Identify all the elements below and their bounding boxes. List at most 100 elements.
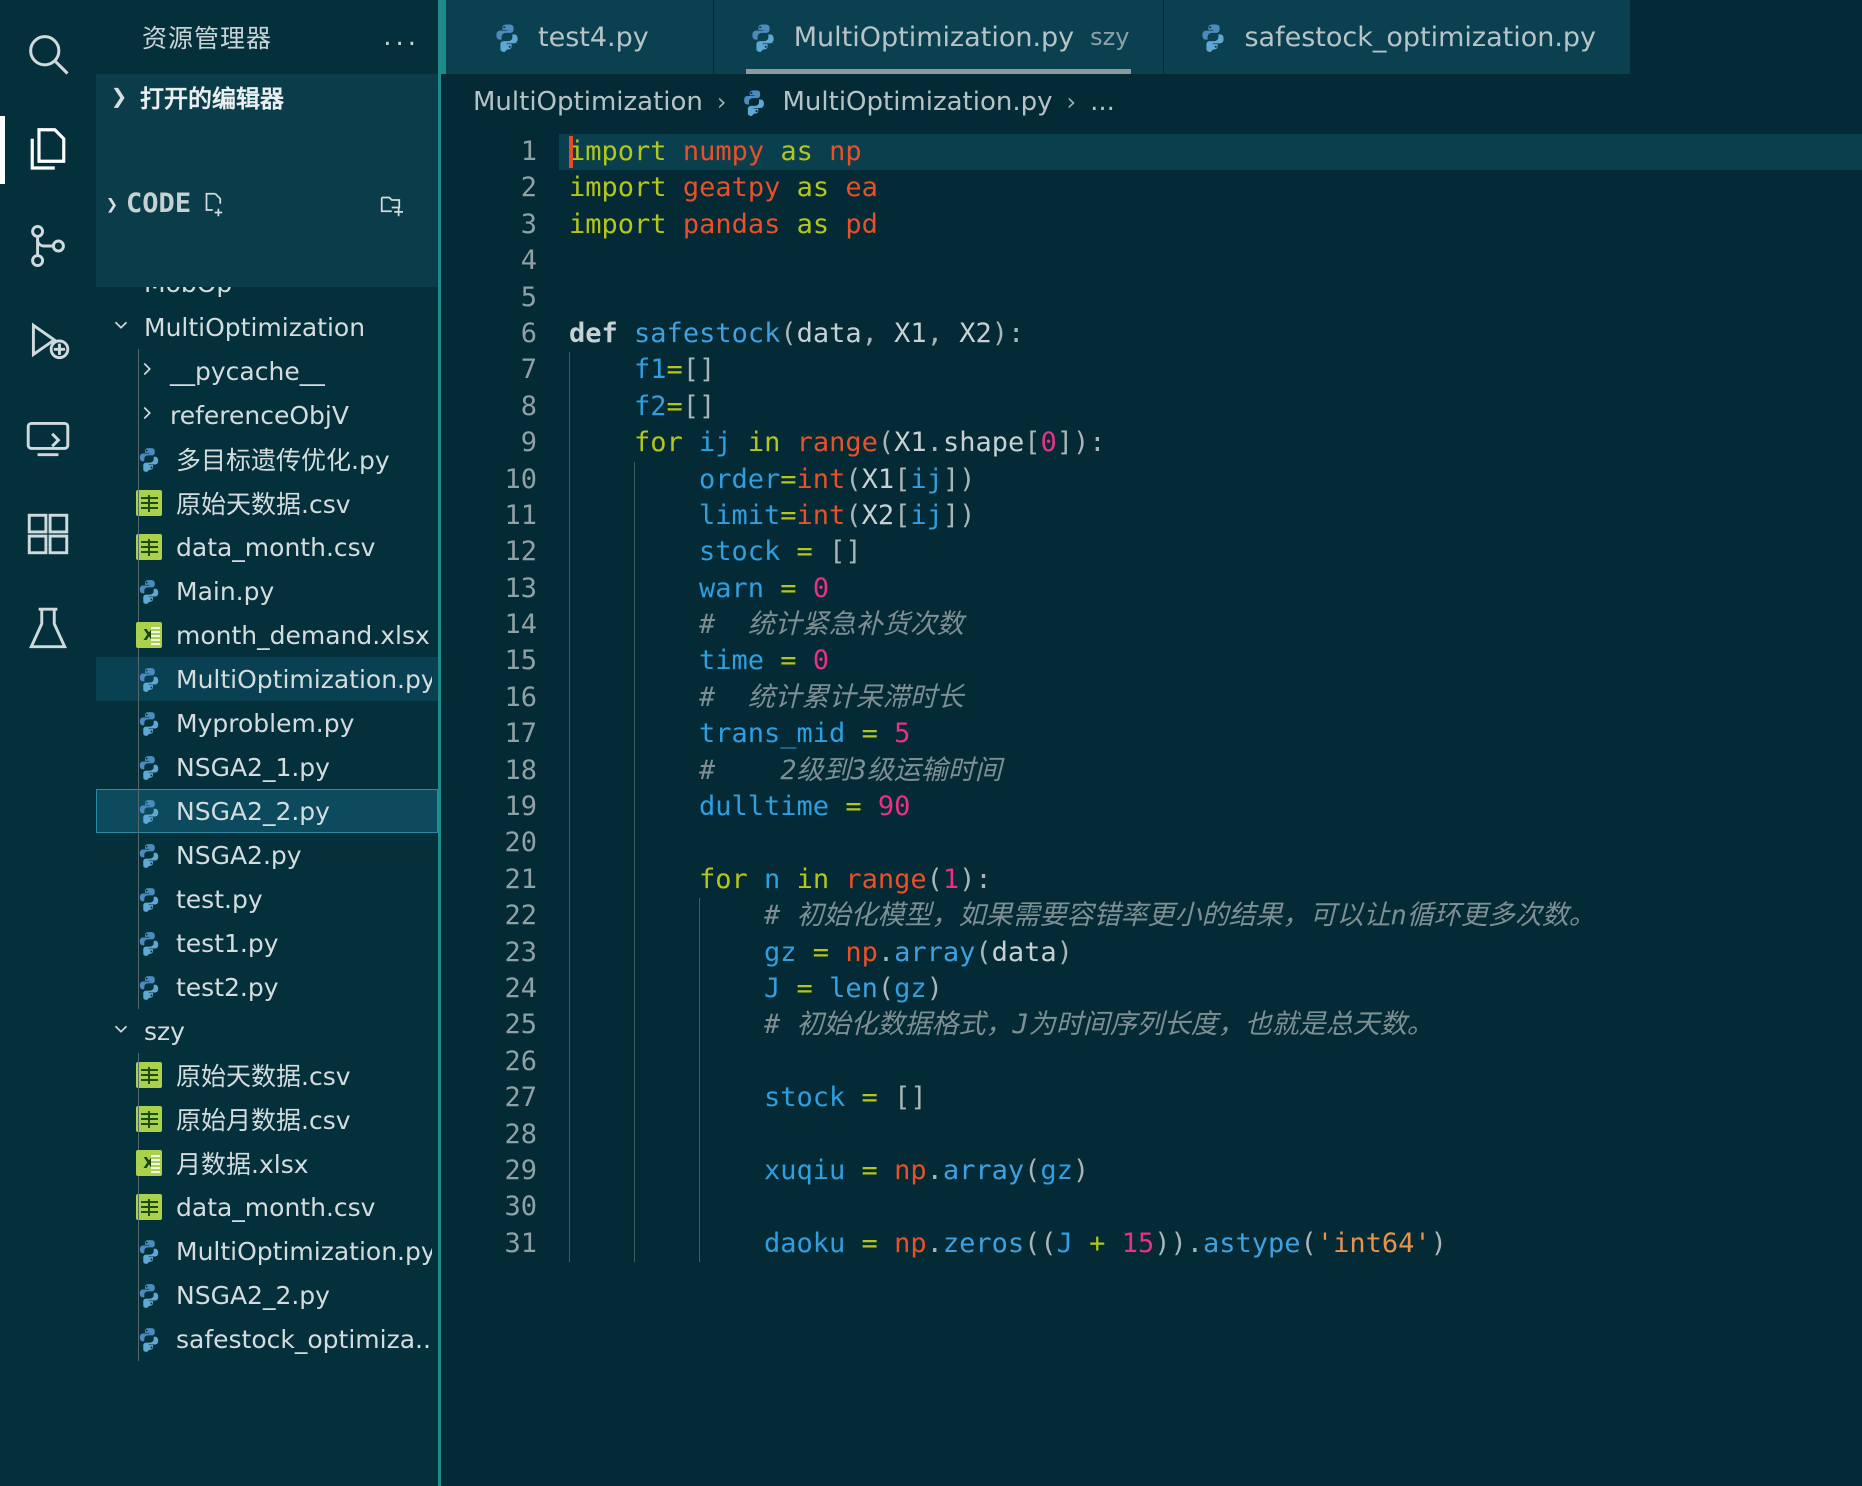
code-line-text: import geatpy as ea (569, 172, 878, 204)
editor-tab[interactable]: safestock_optimization.py (1164, 0, 1632, 74)
line-number: 5 (520, 281, 537, 313)
code-line[interactable] (559, 1116, 1862, 1153)
tree-folder-row[interactable]: MultiOptimization (96, 305, 438, 349)
tree-file-row[interactable]: Main.py (96, 569, 438, 613)
tree-file-row[interactable]: test1.py (96, 921, 438, 965)
indent-guide (569, 1080, 570, 1117)
indent-guide (569, 1007, 570, 1044)
code-editor[interactable]: 1 2 3 4 5 6 7 8 9 10 11 12 13 14 15 16 17 18 19 20 21 22 23 24 2… (441, 130, 1862, 1486)
tree-file-row[interactable]: 原始天数据.csv (96, 481, 438, 525)
tree-file-row[interactable]: NSGA2_2.py (96, 789, 438, 833)
code-line[interactable]: time = 0 (559, 643, 1862, 680)
code-line[interactable]: trans_mid = 5 (559, 716, 1862, 753)
code-line[interactable]: import pandas as pd (559, 207, 1862, 243)
code-line[interactable]: # 2级到3级运输时间 (559, 752, 1862, 790)
code-line[interactable]: stock = [] (559, 534, 1862, 571)
testing-icon[interactable] (0, 582, 96, 678)
editor-tab[interactable]: test4.py (446, 0, 714, 74)
code-line[interactable]: limit=int(X2[ij]) (559, 497, 1862, 535)
section-open-editors[interactable]: ❯ 打开的编辑器 (96, 74, 438, 118)
tree-file-row[interactable]: Xmonth_demand.xlsx (96, 613, 438, 657)
code-line[interactable]: def safestock(data, X1, X2): (559, 316, 1862, 352)
tree-file-row[interactable]: MultiOptimization.py (96, 657, 438, 701)
tree-file-row[interactable]: safestock_optimiza... (96, 1317, 438, 1361)
tree-folder-row[interactable]: szy (96, 1009, 438, 1053)
code-line[interactable] (559, 1189, 1862, 1226)
code-line[interactable]: stock = [] (559, 1080, 1862, 1117)
code-line[interactable]: gz = np.array(data) (559, 934, 1862, 971)
tree-file-row[interactable]: test.py (96, 877, 438, 921)
line-number: 8 (520, 390, 537, 422)
code-line[interactable]: f1=[] (559, 352, 1862, 389)
code-line[interactable]: import geatpy as ea (559, 170, 1862, 206)
breadcrumb-item[interactable]: MultiOptimization (473, 87, 703, 117)
tree-item-label: 月数据.xlsx (176, 1150, 309, 1179)
indent-guide (138, 1185, 139, 1229)
code-line[interactable]: order=int(X1[ij]) (559, 461, 1862, 498)
code-line[interactable] (559, 243, 1862, 279)
code-line[interactable]: warn = 0 (559, 570, 1862, 608)
tree-file-row[interactable]: NSGA2_2.py (96, 1273, 438, 1317)
tree-file-row[interactable]: NSGA2_1.py (96, 745, 438, 789)
indent-guide (699, 1152, 700, 1190)
more-actions-icon[interactable]: ... (383, 22, 420, 52)
remote-explorer-icon[interactable] (0, 390, 96, 486)
tree-file-row[interactable]: data_month.csv (96, 1185, 438, 1229)
tree-file-row[interactable]: Myproblem.py (96, 701, 438, 745)
explorer-icon[interactable] (0, 102, 96, 198)
source-control-icon[interactable] (0, 198, 96, 294)
code-line[interactable]: # 初始化数据格式，J为时间序列长度，也就是总天数。 (559, 1007, 1862, 1044)
tree-folder-row[interactable]: __pycache__ (96, 349, 438, 393)
code-line[interactable] (559, 825, 1862, 862)
tree-file-row[interactable]: 多目标遗传优化.py (96, 437, 438, 481)
tree-folder-row[interactable]: referenceObjV (96, 393, 438, 437)
editor-tab-bar[interactable]: test4.py MultiOptimization.py szy safestock… (441, 0, 1862, 74)
indent-guide (138, 569, 139, 613)
indent-guide (138, 877, 139, 921)
indent-guide (569, 861, 570, 899)
indent-guide (699, 1007, 700, 1044)
new-file-icon[interactable] (199, 118, 362, 287)
excel-file-icon: X (132, 622, 166, 648)
code-line[interactable] (559, 1043, 1862, 1081)
tree-file-row[interactable]: 原始天数据.csv (96, 1053, 438, 1097)
editor-tab[interactable]: MultiOptimization.py szy (713, 0, 1165, 74)
indent-guide (138, 1273, 139, 1317)
tree-file-row[interactable]: MultiOptimization.py (96, 1229, 438, 1273)
breadcrumb-item[interactable]: ... (1090, 87, 1115, 117)
tree-file-row[interactable]: 原始月数据.csv (96, 1097, 438, 1141)
tree-file-row[interactable]: data_month.csv (96, 525, 438, 569)
run-debug-icon[interactable] (0, 294, 96, 390)
tree-folder-row[interactable]: MobOp (96, 287, 438, 305)
code-line[interactable]: # 统计紧急补货次数 (559, 607, 1862, 644)
code-line[interactable]: # 统计累计呆滞时长 (559, 679, 1862, 717)
tab-label: safestock_optimization.py (1244, 21, 1597, 53)
new-folder-icon[interactable] (378, 118, 438, 287)
code-line[interactable]: daoku = np.zeros((J + 15)).astype('int64… (559, 1225, 1862, 1263)
code-line[interactable] (559, 280, 1862, 316)
code-line[interactable]: xuqiu = np.array(gz) (559, 1152, 1862, 1190)
section-workspace[interactable]: ❯ CODE (96, 118, 438, 287)
extensions-icon[interactable] (0, 486, 96, 582)
indent-guide (634, 934, 635, 971)
tree-item-label: referenceObjV (170, 400, 349, 430)
code-content[interactable]: import numpy as np import geatpy as ea imp… (559, 130, 1862, 1486)
code-line[interactable]: # 初始化模型，如果需要容错率更小的结果，可以让n循环更多次数。 (559, 898, 1862, 935)
code-line[interactable]: import numpy as np (559, 134, 1862, 171)
search-icon[interactable] (0, 6, 96, 102)
chevron-right-icon (132, 358, 162, 385)
tree-file-row[interactable]: NSGA2.py (96, 833, 438, 877)
breadcrumb-item[interactable]: MultiOptimization.py (782, 87, 1052, 117)
indent-guide (569, 752, 570, 790)
code-line[interactable]: for n in range(1): (559, 861, 1862, 899)
vscode-window: 资源管理器 ... ❯ 打开的编辑器 ❯ CODE MultiOptimizat… (0, 0, 1862, 1486)
tree-file-row[interactable]: test2.py (96, 965, 438, 1009)
code-line[interactable]: J = len(gz) (559, 970, 1862, 1008)
file-tree[interactable]: MobOp MultiOptimization __pycache__referen… (96, 287, 438, 1486)
breadcrumb[interactable]: MultiOptimization › MultiOptimization.py ›.… (441, 74, 1862, 130)
code-line[interactable]: for ij in range(X1.shape[0]): (559, 425, 1862, 462)
tree-file-row[interactable]: X 月数据.xlsx (96, 1141, 438, 1185)
code-line[interactable]: f2=[] (559, 388, 1862, 426)
code-line[interactable]: dulltime = 90 (559, 789, 1862, 826)
